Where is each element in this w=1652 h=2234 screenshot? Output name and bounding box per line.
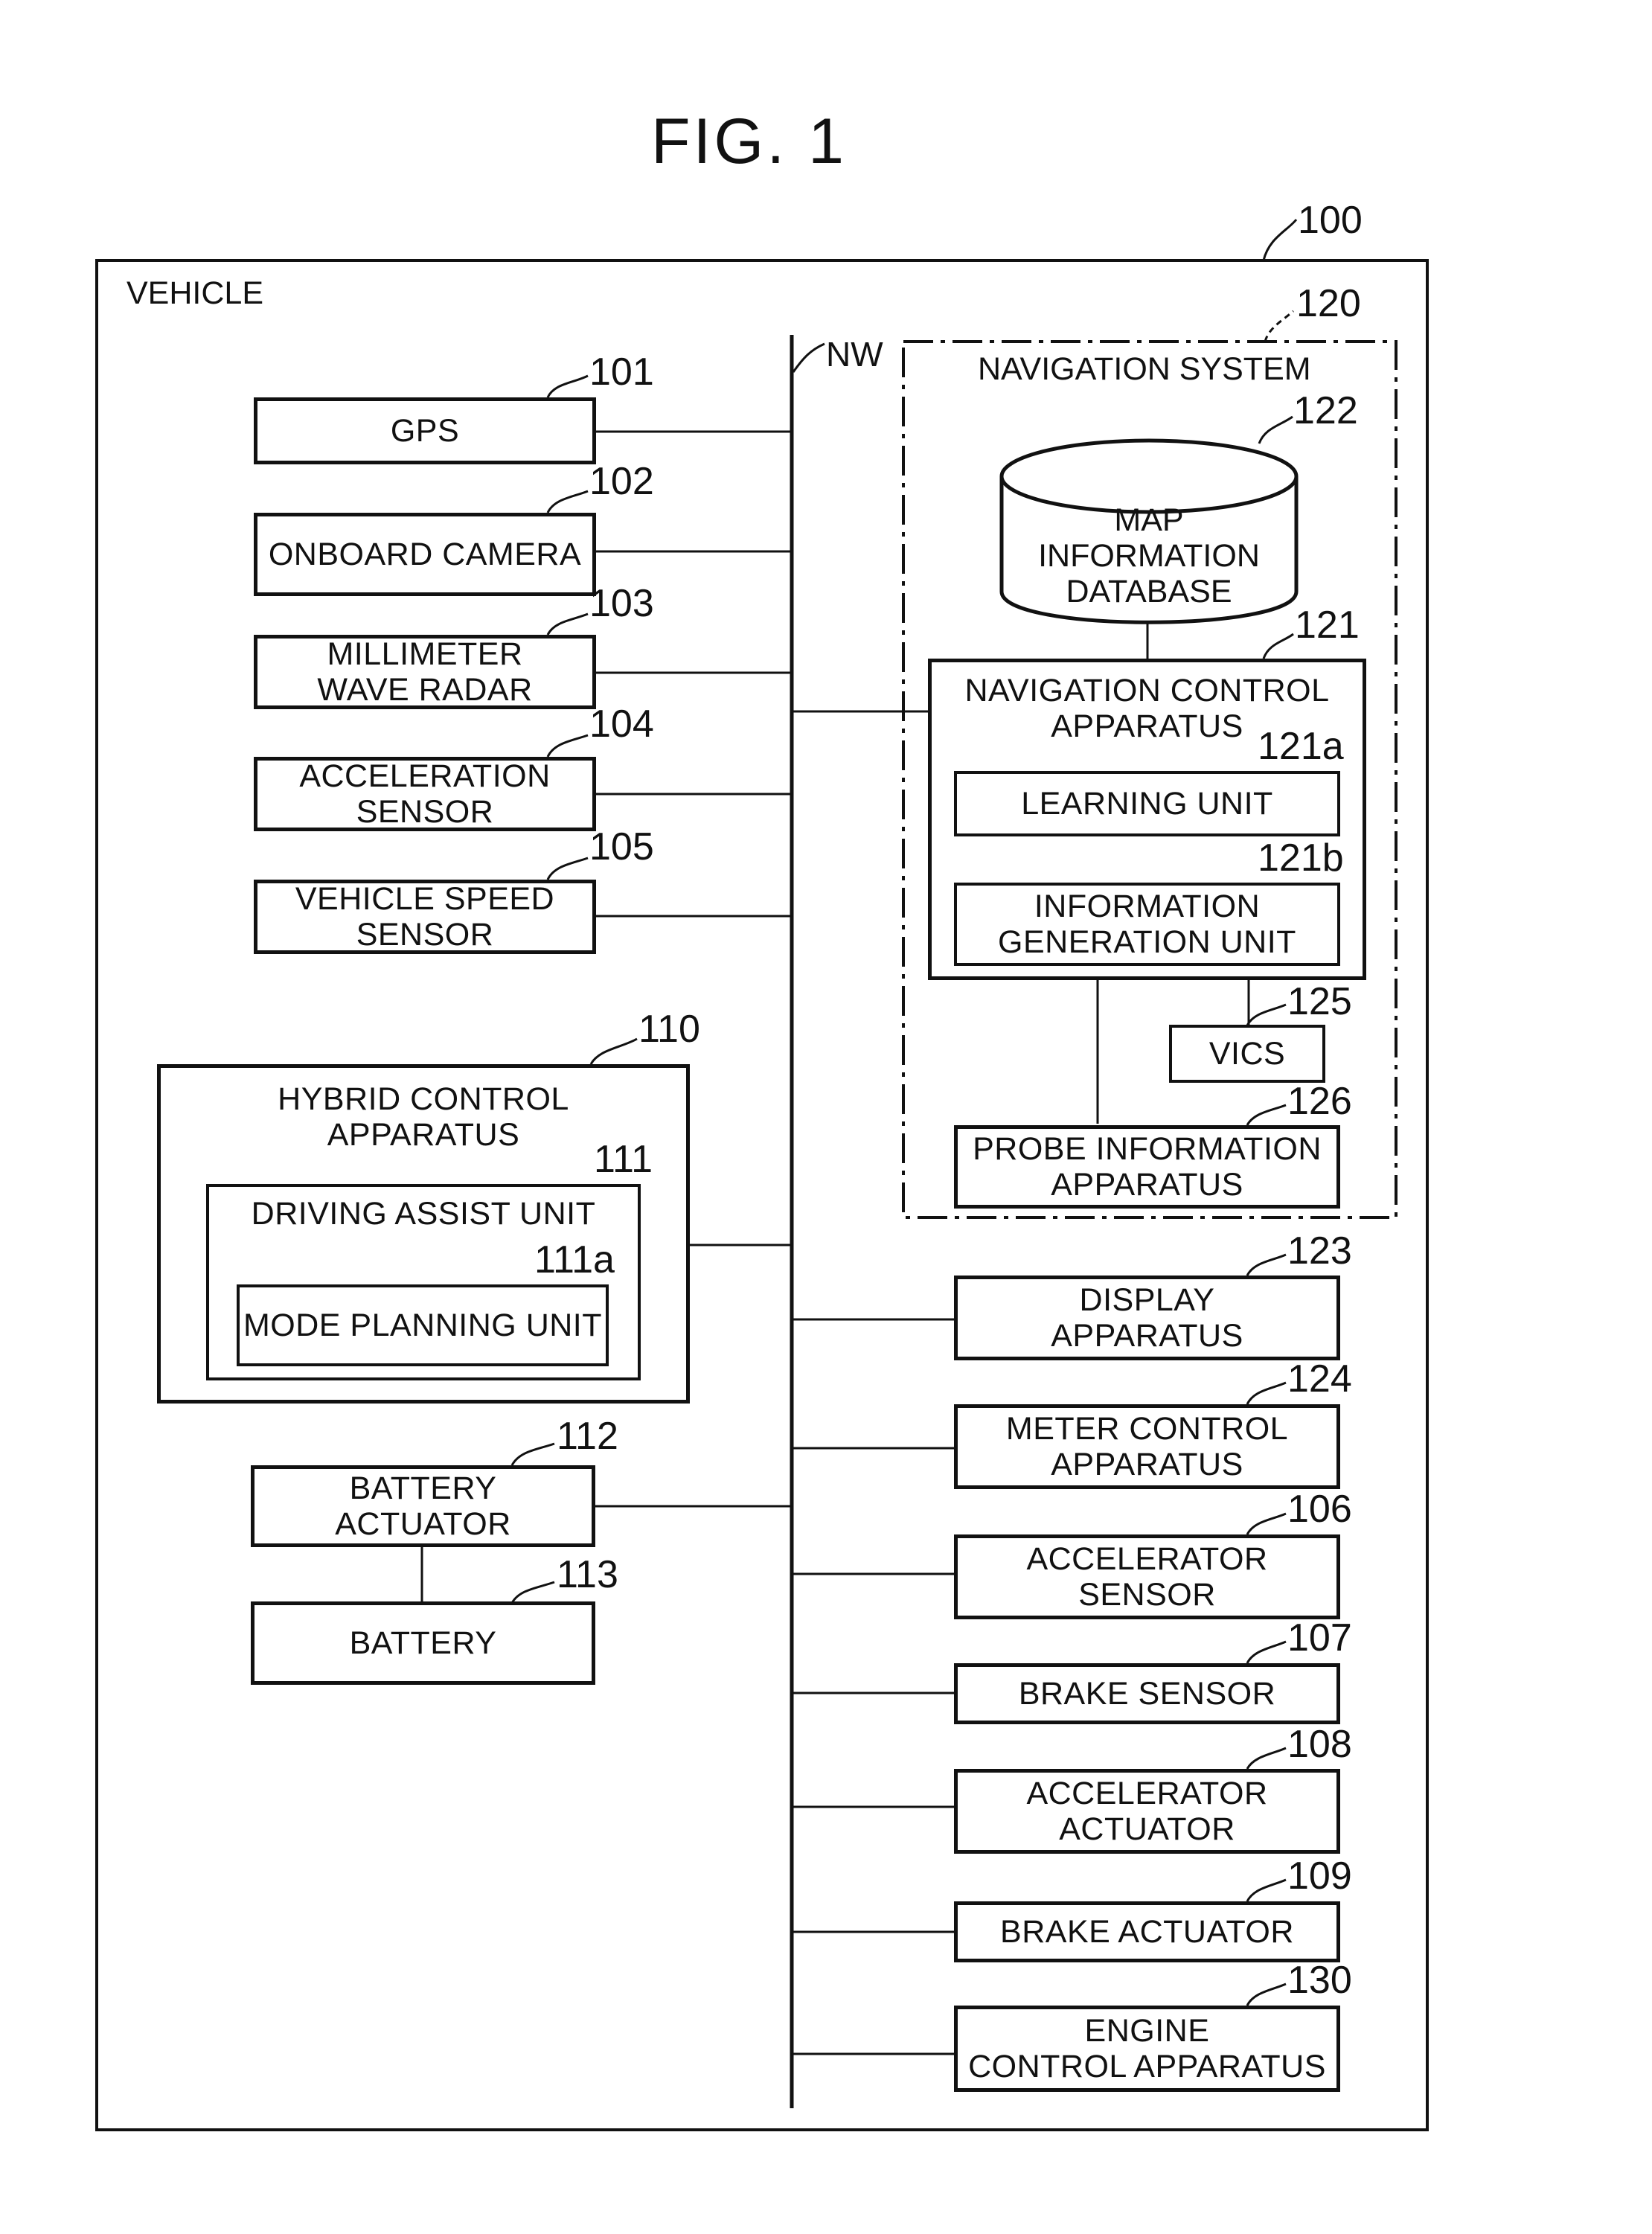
navigation-system-label: NAVIGATION SYSTEM (978, 351, 1311, 387)
learning-unit-box: LEARNING UNIT (954, 771, 1340, 836)
ref-113: 113 (557, 1553, 618, 1596)
millimeter-wave-radar-box: MILLIMETER WAVE RADAR (254, 635, 596, 709)
ref-124: 124 (1287, 1357, 1352, 1401)
ref-102: 102 (589, 460, 654, 503)
ref-100: 100 (1298, 199, 1363, 242)
accelerator-sensor-box: ACCELERATOR SENSOR (954, 1534, 1340, 1619)
map-information-database-label: MAP INFORMATION DATABASE (1038, 502, 1260, 609)
ref-103: 103 (589, 582, 654, 625)
brake-sensor-box: BRAKE SENSOR (954, 1663, 1340, 1724)
vics-box: VICS (1169, 1025, 1325, 1083)
ref-101: 101 (589, 351, 654, 394)
ref-121a: 121a (1258, 725, 1344, 768)
figure-title: FIG. 1 (651, 106, 847, 177)
brake-actuator-box: BRAKE ACTUATOR (954, 1901, 1340, 1962)
gps-box: GPS (254, 397, 596, 464)
meter-control-apparatus-box: METER CONTROL APPARATUS (954, 1404, 1340, 1489)
acceleration-sensor-box: ACCELERATION SENSOR (254, 757, 596, 831)
ref-104: 104 (589, 702, 654, 746)
ref-106: 106 (1287, 1488, 1352, 1531)
accelerator-actuator-box: ACCELERATOR ACTUATOR (954, 1769, 1340, 1854)
ref-122: 122 (1293, 389, 1358, 432)
ref-107: 107 (1287, 1616, 1352, 1660)
ref-121b: 121b (1258, 836, 1344, 880)
ref-130: 130 (1287, 1959, 1352, 2002)
battery-actuator-box: BATTERY ACTUATOR (251, 1465, 595, 1547)
battery-box: BATTERY (251, 1601, 595, 1685)
nw-leader (792, 342, 825, 373)
ref-125: 125 (1287, 980, 1352, 1023)
network-label: NW (826, 335, 883, 374)
vehicle-speed-sensor-box: VEHICLE SPEED SENSOR (254, 880, 596, 954)
onboard-camera-box: ONBOARD CAMERA (254, 513, 596, 596)
ref-111: 111 (594, 1138, 653, 1181)
ref-126: 126 (1287, 1080, 1352, 1123)
ref-109: 109 (1287, 1854, 1352, 1898)
vehicle-label: VEHICLE (127, 275, 264, 311)
ref-121: 121 (1295, 604, 1360, 647)
ref-111a: 111a (534, 1238, 615, 1281)
driving-assist-label: DRIVING ASSIST UNIT (251, 1196, 596, 1232)
information-generation-unit-box: INFORMATION GENERATION UNIT (954, 883, 1340, 966)
ref-123: 123 (1287, 1229, 1352, 1273)
engine-control-apparatus-box: ENGINE CONTROL APPARATUS (954, 2006, 1340, 2092)
ref-110: 110 (638, 1008, 700, 1051)
ref-108: 108 (1287, 1723, 1352, 1766)
ref-105: 105 (589, 825, 654, 868)
mode-planning-unit-box: MODE PLANNING UNIT (237, 1284, 609, 1366)
hybrid-control-label: HYBRID CONTROL APPARATUS (278, 1081, 569, 1153)
probe-information-apparatus-box: PROBE INFORMATION APPARATUS (954, 1125, 1340, 1209)
ref-120: 120 (1296, 282, 1361, 325)
ref-112: 112 (557, 1415, 618, 1458)
display-apparatus-box: DISPLAY APPARATUS (954, 1276, 1340, 1360)
